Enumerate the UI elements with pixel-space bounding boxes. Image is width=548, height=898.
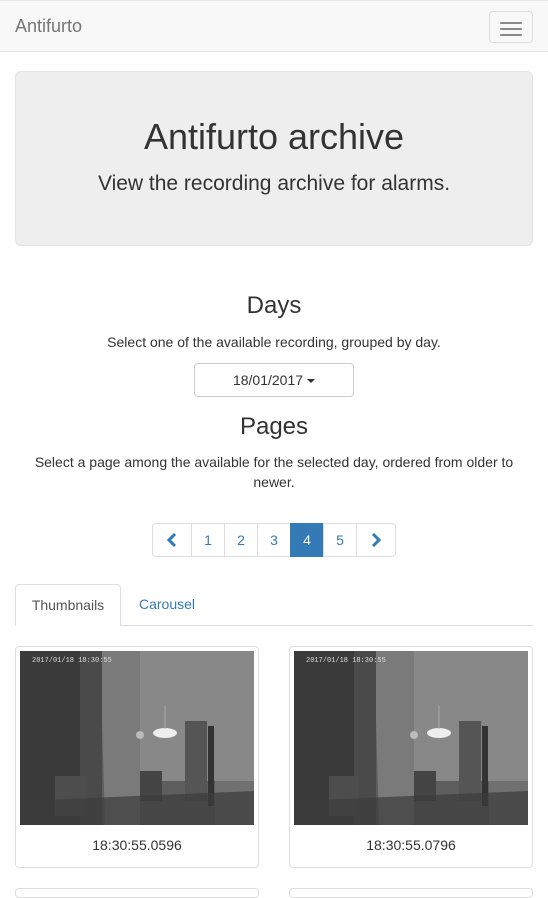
page-title: Antifurto archive xyxy=(143,116,405,157)
snapshot-timestamp-overlay: 2017/01/18 18:30:55 xyxy=(306,657,386,665)
navbar-toggle-button[interactable] xyxy=(489,11,533,43)
pages-heading: Pages xyxy=(239,413,309,440)
thumbnail-caption: 18:30:55.0796 xyxy=(366,837,456,853)
brand-link[interactable]: Antifurto xyxy=(15,16,82,37)
pages-description: Select a page among the available for th… xyxy=(34,454,514,490)
pagination-page-5[interactable]: 5 xyxy=(323,523,357,557)
navbar: Antifurto xyxy=(0,0,548,52)
day-select-dropdown[interactable]: 18/01/2017 xyxy=(194,363,354,397)
days-heading: Days xyxy=(246,292,302,319)
pagination-page-1[interactable]: 1 xyxy=(191,523,225,557)
tab-carousel[interactable]: Carousel xyxy=(124,584,210,626)
view-tabs: Thumbnails Carousel xyxy=(15,584,533,626)
page-subtitle: View the recording archive for alarms. xyxy=(97,172,451,195)
pagination: 1 2 3 4 5 xyxy=(152,523,396,557)
pagination-page-3[interactable]: 3 xyxy=(257,523,291,557)
thumbnail-card[interactable]: 2017/01/18 18:30:55 18:30:55.0796 xyxy=(289,646,533,868)
thumbnail-card[interactable] xyxy=(15,888,259,898)
thumbnail-card[interactable] xyxy=(289,888,533,898)
hamburger-menu-icon xyxy=(500,22,522,24)
hamburger-menu-icon xyxy=(500,28,522,30)
snapshot-timestamp-overlay: 2017/01/18 18:30:55 xyxy=(32,657,112,665)
camera-snapshot-image[interactable]: 2017/01/18 18:30:55 xyxy=(20,651,254,825)
day-select-value: 18/01/2017 xyxy=(232,372,304,388)
pagination-page-2[interactable]: 2 xyxy=(224,523,258,557)
days-description: Select one of the available recording, g… xyxy=(107,334,441,350)
chevron-left-icon xyxy=(166,532,177,547)
chevron-right-icon xyxy=(371,532,382,547)
caret-down-icon xyxy=(307,379,316,384)
pagination-next-button[interactable] xyxy=(356,523,396,557)
jumbotron: Antifurto archive View the recording arc… xyxy=(15,71,533,246)
camera-snapshot-image[interactable]: 2017/01/18 18:30:55 xyxy=(294,651,528,825)
hamburger-menu-icon xyxy=(500,34,522,36)
pagination-page-4[interactable]: 4 xyxy=(290,523,324,557)
thumbnail-caption: 18:30:55.0596 xyxy=(92,837,182,853)
pagination-prev-button[interactable] xyxy=(152,523,192,557)
tab-thumbnails[interactable]: Thumbnails xyxy=(15,584,121,626)
thumbnail-card[interactable]: 2017/01/18 18:30:55 18:30:55.0596 xyxy=(15,646,259,868)
